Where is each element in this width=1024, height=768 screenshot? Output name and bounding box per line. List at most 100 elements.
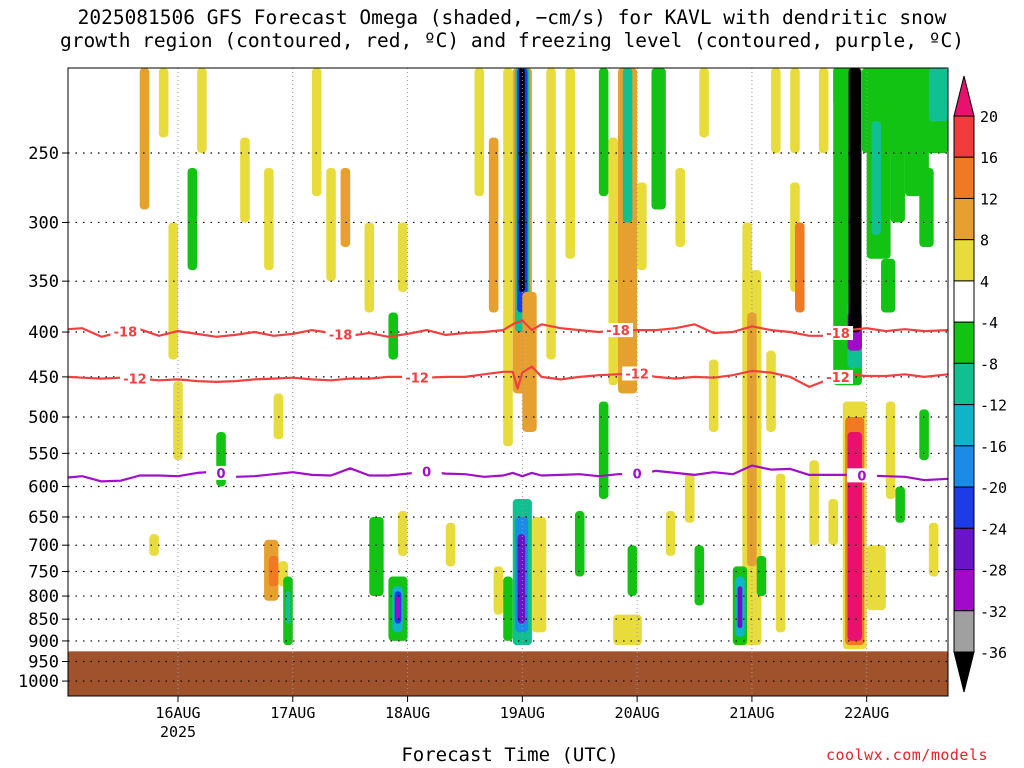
omega-cell — [340, 167, 351, 248]
contour-label: -18 — [606, 324, 630, 339]
omega-shading-layer — [139, 68, 948, 650]
omega-cell — [522, 291, 537, 432]
omega-cell — [790, 68, 800, 153]
colorbar-swatch — [953, 156, 975, 199]
omega-cell — [369, 516, 384, 597]
contour-label: -12 — [625, 367, 649, 382]
omega-cell — [503, 576, 513, 641]
colorbar-label: 20 — [980, 108, 998, 126]
x-tick-sublabel: 2025 — [160, 723, 196, 741]
omega-cell — [197, 68, 207, 153]
omega-cell — [598, 401, 609, 499]
x-axis: 16AUG2025 17AUG 18AUG 19AUG 20AUG 21AUG 22AUG — [155, 696, 889, 741]
omega-cell — [866, 545, 886, 611]
y-tick-label: 400 — [28, 323, 59, 343]
omega-cell — [881, 258, 896, 313]
colorbar-label: -12 — [980, 397, 1007, 415]
omega-cell — [766, 350, 776, 432]
omega-cell — [699, 68, 709, 138]
omega-cell — [775, 473, 786, 633]
x-tick-label: 21AUG — [729, 704, 774, 722]
colorbar-swatch — [953, 197, 975, 241]
y-tick-label: 900 — [28, 632, 59, 652]
omega-time-height-chart: -18 -18 -18 -18 -12 -12 -12 -12 0 0 0 0 250 300 350 40… — [18, 67, 1007, 741]
omega-cell — [890, 104, 905, 223]
omega-cell — [493, 566, 504, 615]
colorbar-label: -36 — [980, 644, 1007, 662]
omega-cell — [871, 121, 882, 235]
omega-cell — [519, 68, 525, 292]
colorbar-swatch — [953, 569, 975, 612]
omega-cell — [847, 431, 862, 641]
colorbar-swatch — [953, 404, 975, 447]
watermark-link[interactable]: coolwx.com/models — [826, 746, 988, 764]
contour-label: -12 — [405, 371, 429, 386]
omega-cell — [928, 522, 939, 577]
x-tick-label: 19AUG — [500, 704, 545, 722]
x-tick-label: 18AUG — [385, 704, 430, 722]
omega-cell — [651, 68, 666, 210]
y-tick-label: 750 — [28, 562, 59, 582]
colorbar-swatch — [953, 239, 975, 282]
y-axis: 2503003504004505005506006507007508008509… — [18, 144, 68, 692]
omega-cell — [665, 511, 676, 556]
colorbar-label: -28 — [980, 562, 1007, 580]
colorbar-label: -20 — [980, 479, 1007, 497]
omega-cell — [326, 167, 336, 282]
colorbar-swatch — [953, 486, 975, 529]
colorbar-label: -24 — [980, 520, 1007, 538]
omega-cell — [684, 473, 695, 523]
colorbar-swatch — [953, 362, 975, 406]
contour-label: -18 — [329, 328, 353, 343]
omega-cell — [919, 167, 934, 248]
omega-cell — [756, 555, 767, 597]
y-tick-label: 650 — [28, 508, 59, 528]
omega-cell — [273, 393, 284, 440]
contour-label: 0 — [217, 467, 226, 482]
colorbar-label: -32 — [980, 603, 1007, 621]
omega-cell — [139, 68, 150, 210]
colorbar: 20 16 12 8 4 -4 -8 -12 -16 -20 -24 -28 -32 -36 — [953, 75, 1007, 693]
colorbar-label: -16 — [980, 438, 1007, 456]
omega-cell — [311, 68, 322, 197]
y-tick-label: 800 — [28, 587, 59, 607]
colorbar-swatch — [953, 610, 975, 653]
omega-cell — [928, 68, 948, 122]
omega-cell — [598, 68, 609, 197]
colorbar-label: -8 — [980, 355, 998, 373]
y-tick-label: 600 — [28, 477, 59, 497]
colorbar-top-arrow — [953, 75, 975, 117]
omega-cell — [187, 167, 198, 271]
y-tick-label: 700 — [28, 536, 59, 556]
omega-cell — [818, 68, 829, 153]
x-tick-label: 16AUG — [155, 704, 200, 722]
omega-cell — [895, 486, 905, 523]
omega-cell — [503, 68, 513, 447]
y-tick-label: 350 — [28, 272, 59, 292]
omega-cell — [398, 511, 408, 556]
colorbar-swatch — [953, 527, 975, 571]
y-tick-label: 850 — [28, 610, 59, 630]
omega-cell — [622, 68, 633, 223]
omega-cell — [771, 68, 781, 153]
omega-cell — [264, 167, 274, 271]
omega-cell — [708, 359, 719, 432]
ground-layer — [68, 651, 948, 696]
contour-label: 0 — [857, 469, 866, 484]
colorbar-swatch — [953, 115, 975, 158]
omega-cell — [627, 545, 638, 597]
colorbar-label: -4 — [980, 314, 998, 332]
y-tick-label: 450 — [28, 368, 59, 388]
omega-cell — [794, 222, 805, 313]
y-tick-label: 950 — [28, 653, 59, 673]
contour-label: 0 — [633, 468, 642, 483]
omega-cell — [675, 167, 685, 248]
contour-label: -12 — [123, 372, 147, 387]
omega-cell — [531, 516, 547, 633]
colorbar-swatch — [953, 445, 975, 488]
omega-cell — [848, 68, 861, 333]
y-tick-label: 550 — [28, 444, 59, 464]
omega-cell — [637, 182, 647, 271]
x-tick-label: 22AUG — [844, 704, 889, 722]
x-tick-label: 20AUG — [615, 704, 660, 722]
